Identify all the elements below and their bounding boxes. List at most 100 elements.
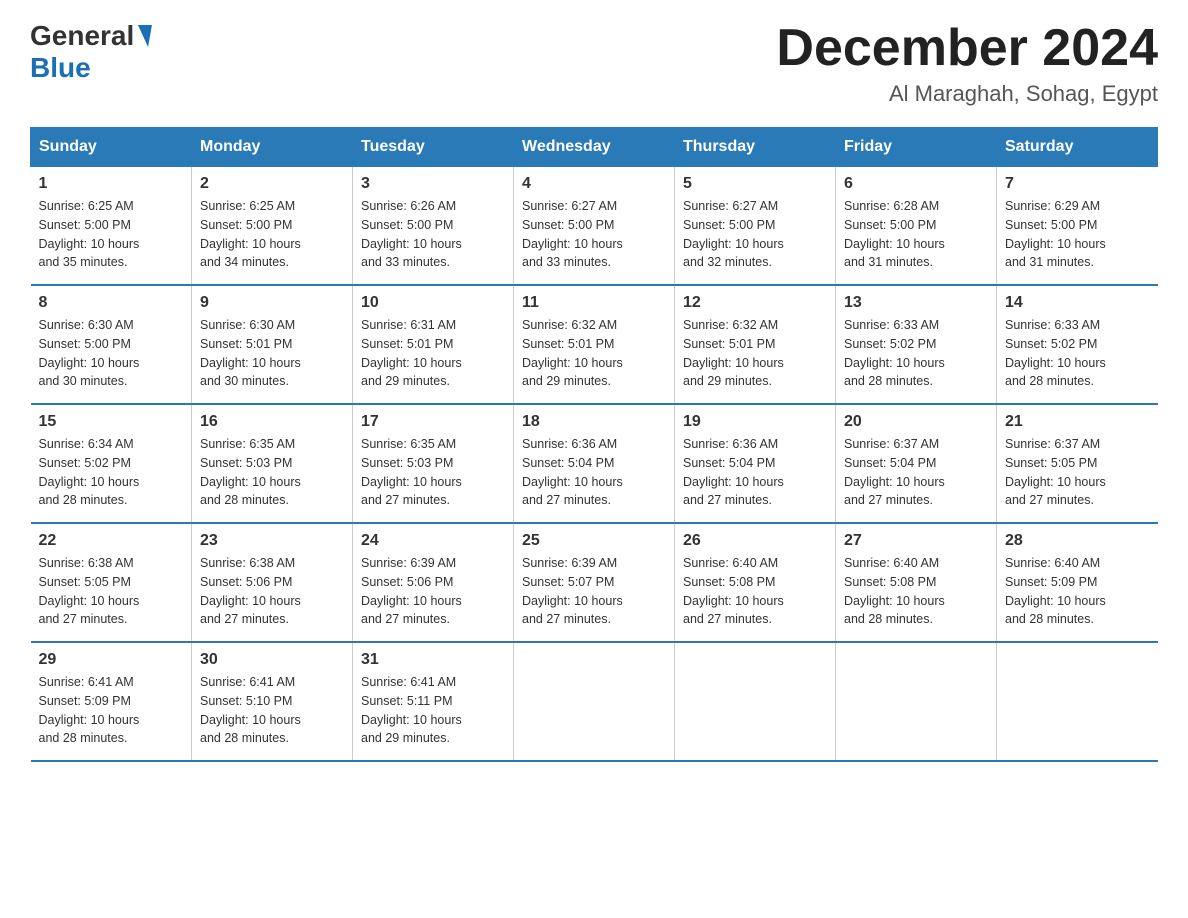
header-row: Sunday Monday Tuesday Wednesday Thursday… [31,128,1158,167]
table-row: 10 Sunrise: 6:31 AM Sunset: 5:01 PM Dayli… [353,285,514,404]
day-info: Sunrise: 6:39 AM Sunset: 5:06 PM Dayligh… [361,554,505,629]
table-row [997,642,1158,761]
day-info: Sunrise: 6:41 AM Sunset: 5:10 PM Dayligh… [200,673,344,748]
calendar-row: 29 Sunrise: 6:41 AM Sunset: 5:09 PM Dayli… [31,642,1158,761]
table-row: 6 Sunrise: 6:28 AM Sunset: 5:00 PM Daylig… [836,167,997,286]
table-row: 9 Sunrise: 6:30 AM Sunset: 5:01 PM Daylig… [192,285,353,404]
day-number: 21 [1005,413,1150,431]
logo-blue-text: Blue [30,52,91,84]
day-number: 25 [522,532,666,550]
day-info: Sunrise: 6:27 AM Sunset: 5:00 PM Dayligh… [522,197,666,272]
day-info: Sunrise: 6:37 AM Sunset: 5:05 PM Dayligh… [1005,435,1150,510]
calendar-table: Sunday Monday Tuesday Wednesday Thursday… [30,127,1158,762]
day-info: Sunrise: 6:35 AM Sunset: 5:03 PM Dayligh… [200,435,344,510]
day-number: 27 [844,532,988,550]
month-title: December 2024 [776,20,1158,77]
day-info: Sunrise: 6:40 AM Sunset: 5:09 PM Dayligh… [1005,554,1150,629]
day-number: 20 [844,413,988,431]
col-sunday: Sunday [31,128,192,167]
day-info: Sunrise: 6:30 AM Sunset: 5:00 PM Dayligh… [39,316,184,391]
day-number: 7 [1005,175,1150,193]
day-number: 24 [361,532,505,550]
calendar-row: 1 Sunrise: 6:25 AM Sunset: 5:00 PM Daylig… [31,167,1158,286]
day-number: 5 [683,175,827,193]
day-info: Sunrise: 6:31 AM Sunset: 5:01 PM Dayligh… [361,316,505,391]
table-row [675,642,836,761]
day-number: 3 [361,175,505,193]
col-saturday: Saturday [997,128,1158,167]
day-info: Sunrise: 6:41 AM Sunset: 5:11 PM Dayligh… [361,673,505,748]
table-row: 24 Sunrise: 6:39 AM Sunset: 5:06 PM Dayli… [353,523,514,642]
day-info: Sunrise: 6:38 AM Sunset: 5:05 PM Dayligh… [39,554,184,629]
col-tuesday: Tuesday [353,128,514,167]
table-row: 31 Sunrise: 6:41 AM Sunset: 5:11 PM Dayli… [353,642,514,761]
day-number: 16 [200,413,344,431]
calendar-row: 8 Sunrise: 6:30 AM Sunset: 5:00 PM Daylig… [31,285,1158,404]
day-info: Sunrise: 6:41 AM Sunset: 5:09 PM Dayligh… [39,673,184,748]
day-number: 31 [361,651,505,669]
table-row: 12 Sunrise: 6:32 AM Sunset: 5:01 PM Dayli… [675,285,836,404]
table-row: 4Sunrise: 6:27 AM Sunset: 5:00 PM Daylig… [514,167,675,286]
day-info: Sunrise: 6:32 AM Sunset: 5:01 PM Dayligh… [522,316,666,391]
day-info: Sunrise: 6:36 AM Sunset: 5:04 PM Dayligh… [522,435,666,510]
day-info: Sunrise: 6:39 AM Sunset: 5:07 PM Dayligh… [522,554,666,629]
col-monday: Monday [192,128,353,167]
col-wednesday: Wednesday [514,128,675,167]
day-info: Sunrise: 6:33 AM Sunset: 5:02 PM Dayligh… [1005,316,1150,391]
day-info: Sunrise: 6:26 AM Sunset: 5:00 PM Dayligh… [361,197,505,272]
day-info: Sunrise: 6:25 AM Sunset: 5:00 PM Dayligh… [39,197,184,272]
day-number: 22 [39,532,184,550]
table-row: 5 Sunrise: 6:27 AM Sunset: 5:00 PM Daylig… [675,167,836,286]
page-header: General Blue December 2024 Al Maraghah, … [30,20,1158,107]
day-info: Sunrise: 6:33 AM Sunset: 5:02 PM Dayligh… [844,316,988,391]
location-text: Al Maraghah, Sohag, Egypt [776,81,1158,107]
day-number: 8 [39,294,184,312]
table-row: 29 Sunrise: 6:41 AM Sunset: 5:09 PM Dayli… [31,642,192,761]
day-info: Sunrise: 6:40 AM Sunset: 5:08 PM Dayligh… [683,554,827,629]
table-row: 15 Sunrise: 6:34 AM Sunset: 5:02 PM Dayli… [31,404,192,523]
day-info: Sunrise: 6:28 AM Sunset: 5:00 PM Dayligh… [844,197,988,272]
title-section: December 2024 Al Maraghah, Sohag, Egypt [776,20,1158,107]
calendar-row: 15 Sunrise: 6:34 AM Sunset: 5:02 PM Dayli… [31,404,1158,523]
day-number: 13 [844,294,988,312]
table-row [836,642,997,761]
day-info: Sunrise: 6:29 AM Sunset: 5:00 PM Dayligh… [1005,197,1150,272]
day-info: Sunrise: 6:27 AM Sunset: 5:00 PM Dayligh… [683,197,827,272]
day-number: 18 [522,413,666,431]
table-row: 20 Sunrise: 6:37 AM Sunset: 5:04 PM Dayli… [836,404,997,523]
day-info: Sunrise: 6:35 AM Sunset: 5:03 PM Dayligh… [361,435,505,510]
table-row: 8 Sunrise: 6:30 AM Sunset: 5:00 PM Daylig… [31,285,192,404]
day-number: 9 [200,294,344,312]
day-number: 6 [844,175,988,193]
day-number: 2 [200,175,344,193]
day-info: Sunrise: 6:37 AM Sunset: 5:04 PM Dayligh… [844,435,988,510]
logo: General Blue [30,20,152,84]
day-number: 10 [361,294,505,312]
table-row: 30 Sunrise: 6:41 AM Sunset: 5:10 PM Dayli… [192,642,353,761]
day-info: Sunrise: 6:40 AM Sunset: 5:08 PM Dayligh… [844,554,988,629]
day-info: Sunrise: 6:30 AM Sunset: 5:01 PM Dayligh… [200,316,344,391]
logo-arrow-icon [134,25,152,47]
day-number: 30 [200,651,344,669]
table-row: 3 Sunrise: 6:26 AM Sunset: 5:00 PM Daylig… [353,167,514,286]
table-row: 28Sunrise: 6:40 AM Sunset: 5:09 PM Dayli… [997,523,1158,642]
logo-general-text: General [30,20,134,52]
day-number: 15 [39,413,184,431]
day-info: Sunrise: 6:36 AM Sunset: 5:04 PM Dayligh… [683,435,827,510]
table-row: 1 Sunrise: 6:25 AM Sunset: 5:00 PM Daylig… [31,167,192,286]
table-row: 14Sunrise: 6:33 AM Sunset: 5:02 PM Dayli… [997,285,1158,404]
table-row: 7 Sunrise: 6:29 AM Sunset: 5:00 PM Daylig… [997,167,1158,286]
day-info: Sunrise: 6:32 AM Sunset: 5:01 PM Dayligh… [683,316,827,391]
col-friday: Friday [836,128,997,167]
table-row: 19 Sunrise: 6:36 AM Sunset: 5:04 PM Dayli… [675,404,836,523]
table-row: 27 Sunrise: 6:40 AM Sunset: 5:08 PM Dayli… [836,523,997,642]
day-number: 19 [683,413,827,431]
day-number: 12 [683,294,827,312]
day-number: 29 [39,651,184,669]
day-number: 23 [200,532,344,550]
day-info: Sunrise: 6:34 AM Sunset: 5:02 PM Dayligh… [39,435,184,510]
day-number: 1 [39,175,184,193]
table-row: 16 Sunrise: 6:35 AM Sunset: 5:03 PM Dayli… [192,404,353,523]
table-row [514,642,675,761]
table-row: 26Sunrise: 6:40 AM Sunset: 5:08 PM Dayli… [675,523,836,642]
